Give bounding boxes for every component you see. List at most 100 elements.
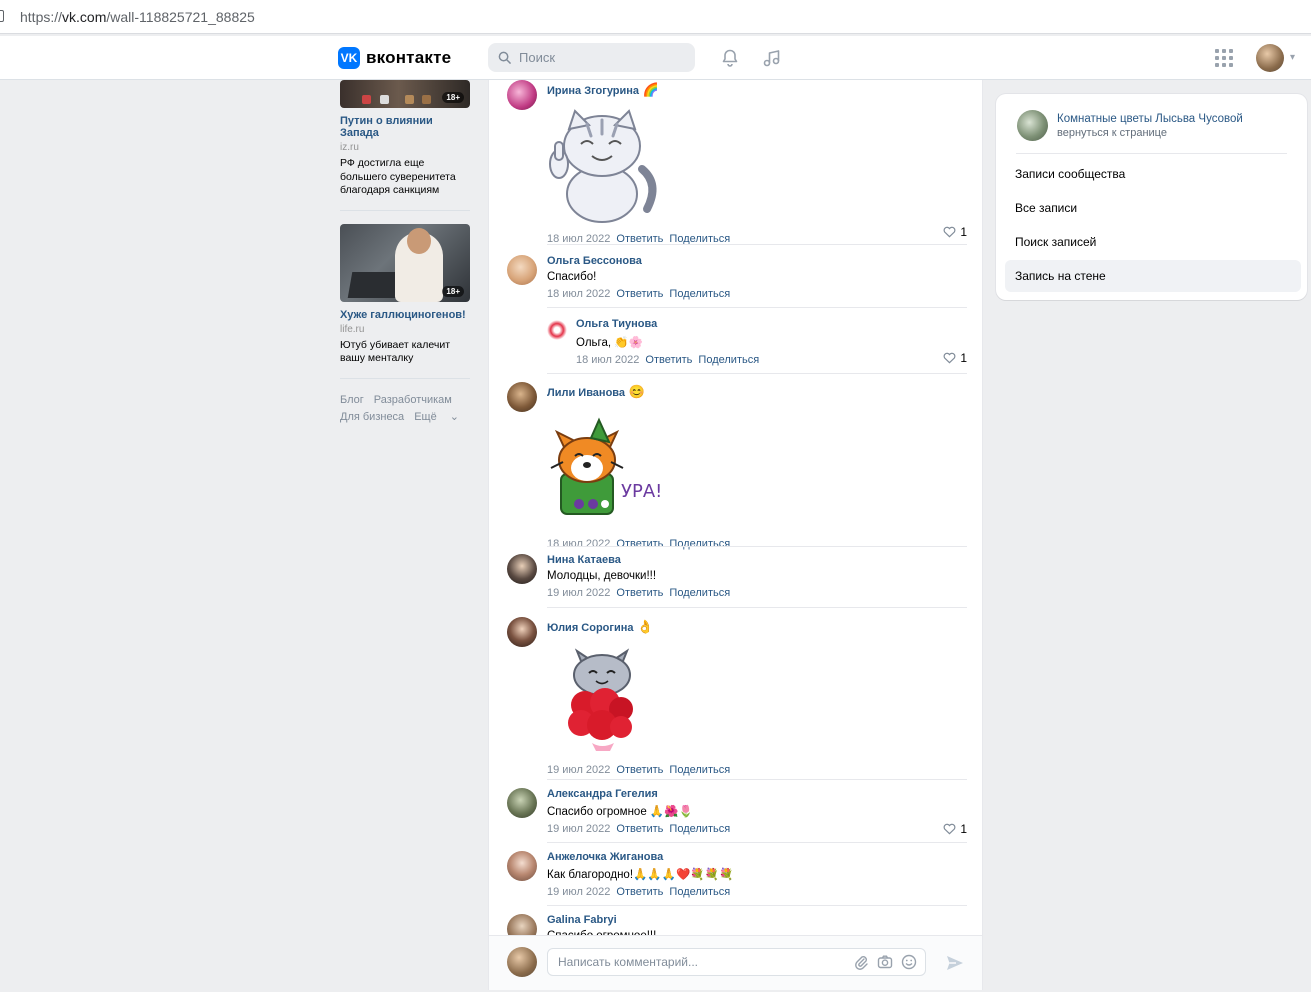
comment-date[interactable]: 19 июл 2022	[547, 886, 610, 898]
divider	[547, 307, 967, 308]
divider	[340, 209, 470, 211]
menu-community-posts[interactable]: Записи сообщества	[1005, 158, 1301, 190]
comment-author[interactable]: Galina Fabryi	[547, 914, 967, 926]
comment-author[interactable]: Анжелочка Жиганова	[547, 851, 967, 863]
avatar[interactable]	[507, 80, 537, 110]
ad-image[interactable]: 18+	[340, 80, 470, 108]
footer-link-blog[interactable]: Блог	[340, 394, 364, 406]
share-button[interactable]: Поделиться	[669, 764, 730, 776]
comment-author[interactable]: Лили Иванова	[547, 387, 625, 399]
lock-icon	[0, 10, 4, 22]
avatar[interactable]	[507, 851, 537, 881]
share-button[interactable]: Поделиться	[698, 354, 759, 366]
comment-author[interactable]: Ольга Тиунова	[576, 318, 967, 330]
search-input[interactable]	[519, 50, 679, 65]
share-button[interactable]: Поделиться	[669, 538, 730, 550]
vk-logo[interactable]: VK вконтакте	[338, 47, 451, 69]
comment-author[interactable]: Ольга Бессонова	[547, 255, 967, 267]
reply-button[interactable]: Ответить	[616, 587, 663, 599]
heart-icon	[943, 823, 956, 835]
like-button[interactable]: 1	[943, 225, 967, 239]
menu-all-posts[interactable]: Все записи	[1005, 192, 1301, 224]
divider	[547, 546, 967, 547]
back-to-page-link[interactable]: вернуться к странице	[1057, 127, 1243, 139]
avatar[interactable]	[507, 617, 537, 647]
like-button[interactable]: 1	[943, 822, 967, 836]
reply-button[interactable]: Ответить	[616, 538, 663, 550]
group-link[interactable]: Комнатные цветы Лысьва Чусовой вернуться…	[1017, 110, 1243, 141]
divider	[547, 905, 967, 906]
ad-block[interactable]: 18+ Путин о влиянии Запада iz.ru РФ дост…	[340, 80, 470, 198]
chevron-down-icon[interactable]: ▾	[1290, 52, 1295, 63]
notifications-bell-icon[interactable]	[719, 47, 741, 69]
footer-link-developers[interactable]: Разработчикам	[374, 394, 452, 406]
author-emoji: 😊	[628, 384, 645, 399]
divider	[547, 842, 967, 843]
reply-button[interactable]: Ответить	[616, 764, 663, 776]
comment-date[interactable]: 18 июл 2022	[576, 354, 639, 366]
ad-block[interactable]: 18+ Хуже галлюциногенов! life.ru Ютуб уб…	[340, 223, 470, 366]
comment-date[interactable]: 19 июл 2022	[547, 587, 610, 599]
top-header: VK вконтакте ▾	[0, 36, 1311, 80]
music-icon[interactable]	[761, 47, 783, 69]
group-avatar[interactable]	[1017, 110, 1048, 141]
address-url[interactable]: https://vk.com/wall-118825721_88825	[20, 9, 255, 25]
ad-title[interactable]: Хуже галлюциногенов!	[340, 309, 470, 321]
comment-date[interactable]: 18 июл 2022	[547, 538, 610, 550]
camera-icon[interactable]	[877, 954, 893, 970]
comment-date[interactable]: 19 июл 2022	[547, 764, 610, 776]
comment-input[interactable]	[558, 955, 838, 969]
footer-link-business[interactable]: Для бизнеса	[340, 411, 404, 423]
footer-link-more[interactable]: Ещё ⌄	[414, 411, 459, 423]
ad-domain: iz.ru	[340, 142, 359, 153]
share-button[interactable]: Поделиться	[669, 288, 730, 300]
reply-button[interactable]: Ответить	[616, 823, 663, 835]
browser-address-bar[interactable]: https://vk.com/wall-118825721_88825	[0, 0, 1311, 34]
share-button[interactable]: Поделиться	[669, 823, 730, 835]
vk-logo-icon: VK	[338, 47, 360, 69]
menu-search-posts[interactable]: Поиск записей	[1005, 226, 1301, 258]
corgi-hooray-sticker: УРА!	[550, 417, 662, 515]
comment-field[interactable]	[547, 948, 926, 976]
reply-button[interactable]: Ответить	[616, 288, 663, 300]
share-button[interactable]: Поделиться	[669, 886, 730, 898]
my-avatar[interactable]	[507, 947, 537, 977]
footer-links: Блог Разработчикам Для бизнеса Ещё ⌄	[340, 392, 470, 426]
ad-domain: life.ru	[340, 323, 365, 335]
ad-title[interactable]: Путин о влиянии Запада	[340, 115, 470, 139]
sticker-text: УРА!	[621, 481, 662, 502]
menu-wall-post[interactable]: Запись на стене	[1005, 260, 1301, 292]
comment-date[interactable]: 19 июл 2022	[547, 823, 610, 835]
like-count: 1	[960, 225, 967, 239]
search-box[interactable]	[488, 43, 695, 72]
avatar[interactable]	[507, 255, 537, 285]
heart-icon	[943, 226, 956, 238]
comment-author[interactable]: Юлия Сорогина	[547, 622, 634, 634]
avatar[interactable]	[507, 554, 537, 584]
comment-text: Как благородно!🙏🙏🙏❤️💐💐💐	[547, 869, 734, 881]
comment-date[interactable]: 18 июл 2022	[547, 288, 610, 300]
comment-text: Спасибо огромное 🙏🌺🌷	[547, 806, 693, 818]
avatar[interactable]	[507, 788, 537, 818]
group-name[interactable]: Комнатные цветы Лысьва Чусовой	[1057, 113, 1243, 125]
avatar[interactable]	[507, 382, 537, 412]
age-badge: 18+	[442, 285, 464, 297]
comment-author[interactable]: Нина Катаева	[547, 554, 967, 566]
send-icon[interactable]	[945, 953, 965, 973]
author-emoji: 👌	[637, 619, 654, 634]
emoji-icon[interactable]	[901, 954, 917, 970]
avatar[interactable]	[547, 320, 567, 340]
attach-icon[interactable]	[853, 954, 869, 970]
comment-author[interactable]: Ирина Згогурина	[547, 85, 639, 97]
ad-description: РФ достигла еще большего суверенитета бл…	[340, 157, 456, 196]
like-button[interactable]: 1	[943, 351, 967, 365]
comment-author[interactable]: Александра Гегелия	[547, 788, 967, 800]
share-button[interactable]: Поделиться	[669, 587, 730, 599]
user-avatar[interactable]	[1256, 44, 1284, 72]
reply-button[interactable]: Ответить	[645, 354, 692, 366]
divider	[547, 373, 967, 374]
comment-text: Спасибо!	[547, 271, 597, 283]
ad-image[interactable]: 18+	[340, 223, 470, 302]
services-grid-icon[interactable]	[1215, 49, 1233, 67]
reply-button[interactable]: Ответить	[616, 886, 663, 898]
